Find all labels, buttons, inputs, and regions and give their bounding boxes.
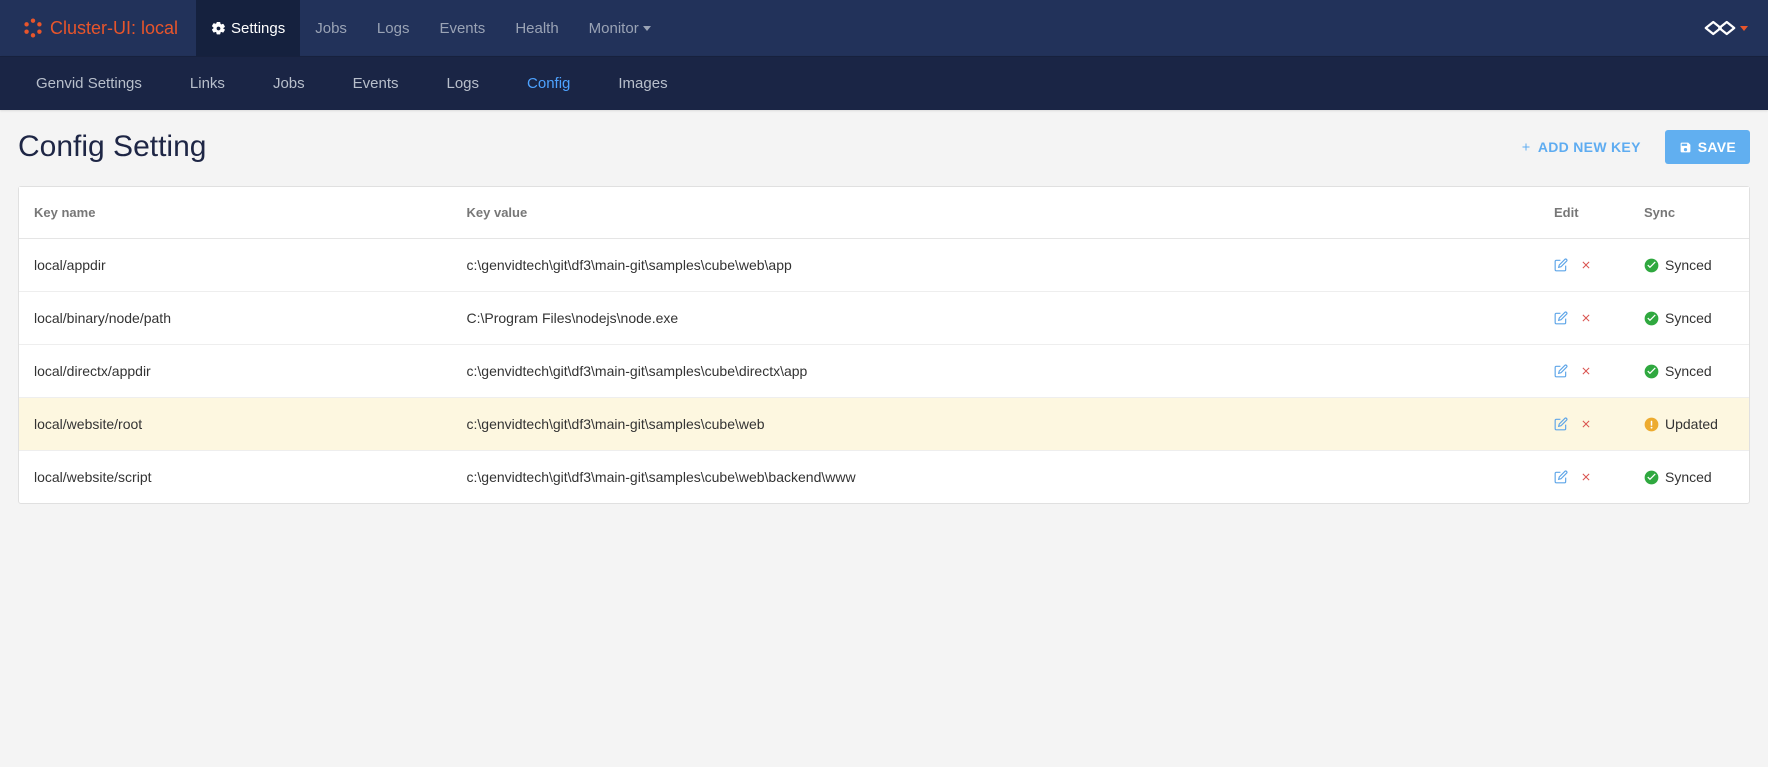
button-label: ADD NEW KEY: [1538, 139, 1641, 155]
table-row: local/website/rootc:\genvidtech\git\df3\…: [19, 398, 1749, 451]
subnav-events[interactable]: Events: [329, 57, 423, 111]
nav-item-label: Health: [515, 20, 558, 37]
subnav-logs[interactable]: Logs: [422, 57, 503, 111]
plus-icon: [1520, 141, 1532, 153]
edit-icon[interactable]: [1554, 311, 1568, 325]
delete-icon[interactable]: [1580, 312, 1592, 324]
nav-health[interactable]: Health: [500, 0, 573, 56]
edit-icon[interactable]: [1554, 470, 1568, 484]
gear-icon: [211, 21, 226, 36]
th-key-value: Key value: [452, 187, 1540, 239]
cell-sync: Synced: [1629, 239, 1749, 292]
subnav-item-label: Images: [618, 75, 667, 92]
subnav-jobs[interactable]: Jobs: [249, 57, 329, 111]
subnav-item-label: Links: [190, 75, 225, 92]
cell-key-name: local/directx/appdir: [19, 345, 452, 398]
cell-key-value: c:\genvidtech\git\df3\main-git\samples\c…: [452, 239, 1540, 292]
cell-key-name: local/appdir: [19, 239, 452, 292]
cell-edit: [1539, 398, 1629, 451]
sync-status-label: Synced: [1665, 310, 1712, 326]
nav-settings[interactable]: Settings: [196, 0, 300, 56]
subnav-genvid-settings[interactable]: Genvid Settings: [12, 57, 166, 111]
cell-key-name: local/website/script: [19, 451, 452, 504]
main-container: Config Setting ADD NEW KEY SAVE Key name: [0, 110, 1768, 504]
nav-item-label: Jobs: [315, 20, 347, 37]
subnav-links[interactable]: Links: [166, 57, 249, 111]
check-circle-icon: [1644, 364, 1659, 379]
cell-sync: Synced: [1629, 292, 1749, 345]
edit-icon[interactable]: [1554, 258, 1568, 272]
table-row: local/appdirc:\genvidtech\git\df3\main-g…: [19, 239, 1749, 292]
th-key-name: Key name: [19, 187, 452, 239]
header-actions: ADD NEW KEY SAVE: [1506, 130, 1750, 164]
brand[interactable]: Cluster-UI: local: [12, 17, 188, 39]
cell-key-name: local/website/root: [19, 398, 452, 451]
add-new-key-button[interactable]: ADD NEW KEY: [1506, 130, 1655, 164]
subnav-item-label: Config: [527, 75, 570, 92]
logo-icon[interactable]: [1702, 16, 1738, 40]
cell-sync: Updated: [1629, 398, 1749, 451]
exclamation-circle-icon: [1644, 417, 1659, 432]
table-header-row: Key name Key value Edit Sync: [19, 187, 1749, 239]
edit-icon[interactable]: [1554, 364, 1568, 378]
nav-item-label: Settings: [231, 20, 285, 37]
table-row: local/binary/node/pathC:\Program Files\n…: [19, 292, 1749, 345]
cell-edit: [1539, 292, 1629, 345]
cell-key-value: C:\Program Files\nodejs\node.exe: [452, 292, 1540, 345]
cell-sync: Synced: [1629, 451, 1749, 504]
chevron-down-icon: [643, 26, 651, 31]
nav-item-label: Events: [439, 20, 485, 37]
nav-item-label: Monitor: [589, 20, 639, 37]
top-nav-items: Settings Jobs Logs Events Health Monitor: [196, 0, 666, 56]
sync-status-label: Synced: [1665, 363, 1712, 379]
subnav-item-label: Logs: [446, 75, 479, 92]
sync-status-label: Synced: [1665, 469, 1712, 485]
save-button[interactable]: SAVE: [1665, 130, 1750, 164]
delete-icon[interactable]: [1580, 259, 1592, 271]
sync-status-label: Synced: [1665, 257, 1712, 273]
th-sync: Sync: [1629, 187, 1749, 239]
cell-sync: Synced: [1629, 345, 1749, 398]
subnav-images[interactable]: Images: [594, 57, 691, 111]
sync-status-label: Updated: [1665, 416, 1718, 432]
button-label: SAVE: [1698, 139, 1736, 155]
cell-key-value: c:\genvidtech\git\df3\main-git\samples\c…: [452, 451, 1540, 504]
check-circle-icon: [1644, 311, 1659, 326]
sub-nav: Genvid Settings Links Jobs Events Logs C…: [0, 56, 1768, 110]
cell-key-value: c:\genvidtech\git\df3\main-git\samples\c…: [452, 345, 1540, 398]
top-nav-right: [1702, 16, 1756, 40]
save-icon: [1679, 141, 1692, 154]
top-nav: Cluster-UI: local Settings Jobs Logs Eve…: [0, 0, 1768, 56]
delete-icon[interactable]: [1580, 365, 1592, 377]
page-title: Config Setting: [18, 130, 206, 164]
cell-edit: [1539, 345, 1629, 398]
subnav-item-label: Jobs: [273, 75, 305, 92]
cell-key-value: c:\genvidtech\git\df3\main-git\samples\c…: [452, 398, 1540, 451]
th-edit: Edit: [1539, 187, 1629, 239]
subnav-item-label: Genvid Settings: [36, 75, 142, 92]
nav-logs[interactable]: Logs: [362, 0, 425, 56]
edit-icon[interactable]: [1554, 417, 1568, 431]
nav-item-label: Logs: [377, 20, 410, 37]
brand-label: Cluster-UI: local: [50, 18, 178, 39]
config-table: Key name Key value Edit Sync local/appdi…: [19, 187, 1749, 503]
check-circle-icon: [1644, 258, 1659, 273]
table-row: local/directx/appdirc:\genvidtech\git\df…: [19, 345, 1749, 398]
delete-icon[interactable]: [1580, 471, 1592, 483]
nav-monitor[interactable]: Monitor: [574, 0, 666, 56]
cell-edit: [1539, 451, 1629, 504]
chevron-down-icon[interactable]: [1740, 26, 1748, 31]
nav-events[interactable]: Events: [424, 0, 500, 56]
cell-key-name: local/binary/node/path: [19, 292, 452, 345]
check-circle-icon: [1644, 470, 1659, 485]
delete-icon[interactable]: [1580, 418, 1592, 430]
config-panel: Key name Key value Edit Sync local/appdi…: [18, 186, 1750, 504]
nav-jobs[interactable]: Jobs: [300, 0, 362, 56]
page-header: Config Setting ADD NEW KEY SAVE: [18, 130, 1750, 164]
table-row: local/website/scriptc:\genvidtech\git\df…: [19, 451, 1749, 504]
cell-edit: [1539, 239, 1629, 292]
subnav-item-label: Events: [353, 75, 399, 92]
subnav-config[interactable]: Config: [503, 57, 594, 111]
brand-icon: [22, 17, 44, 39]
